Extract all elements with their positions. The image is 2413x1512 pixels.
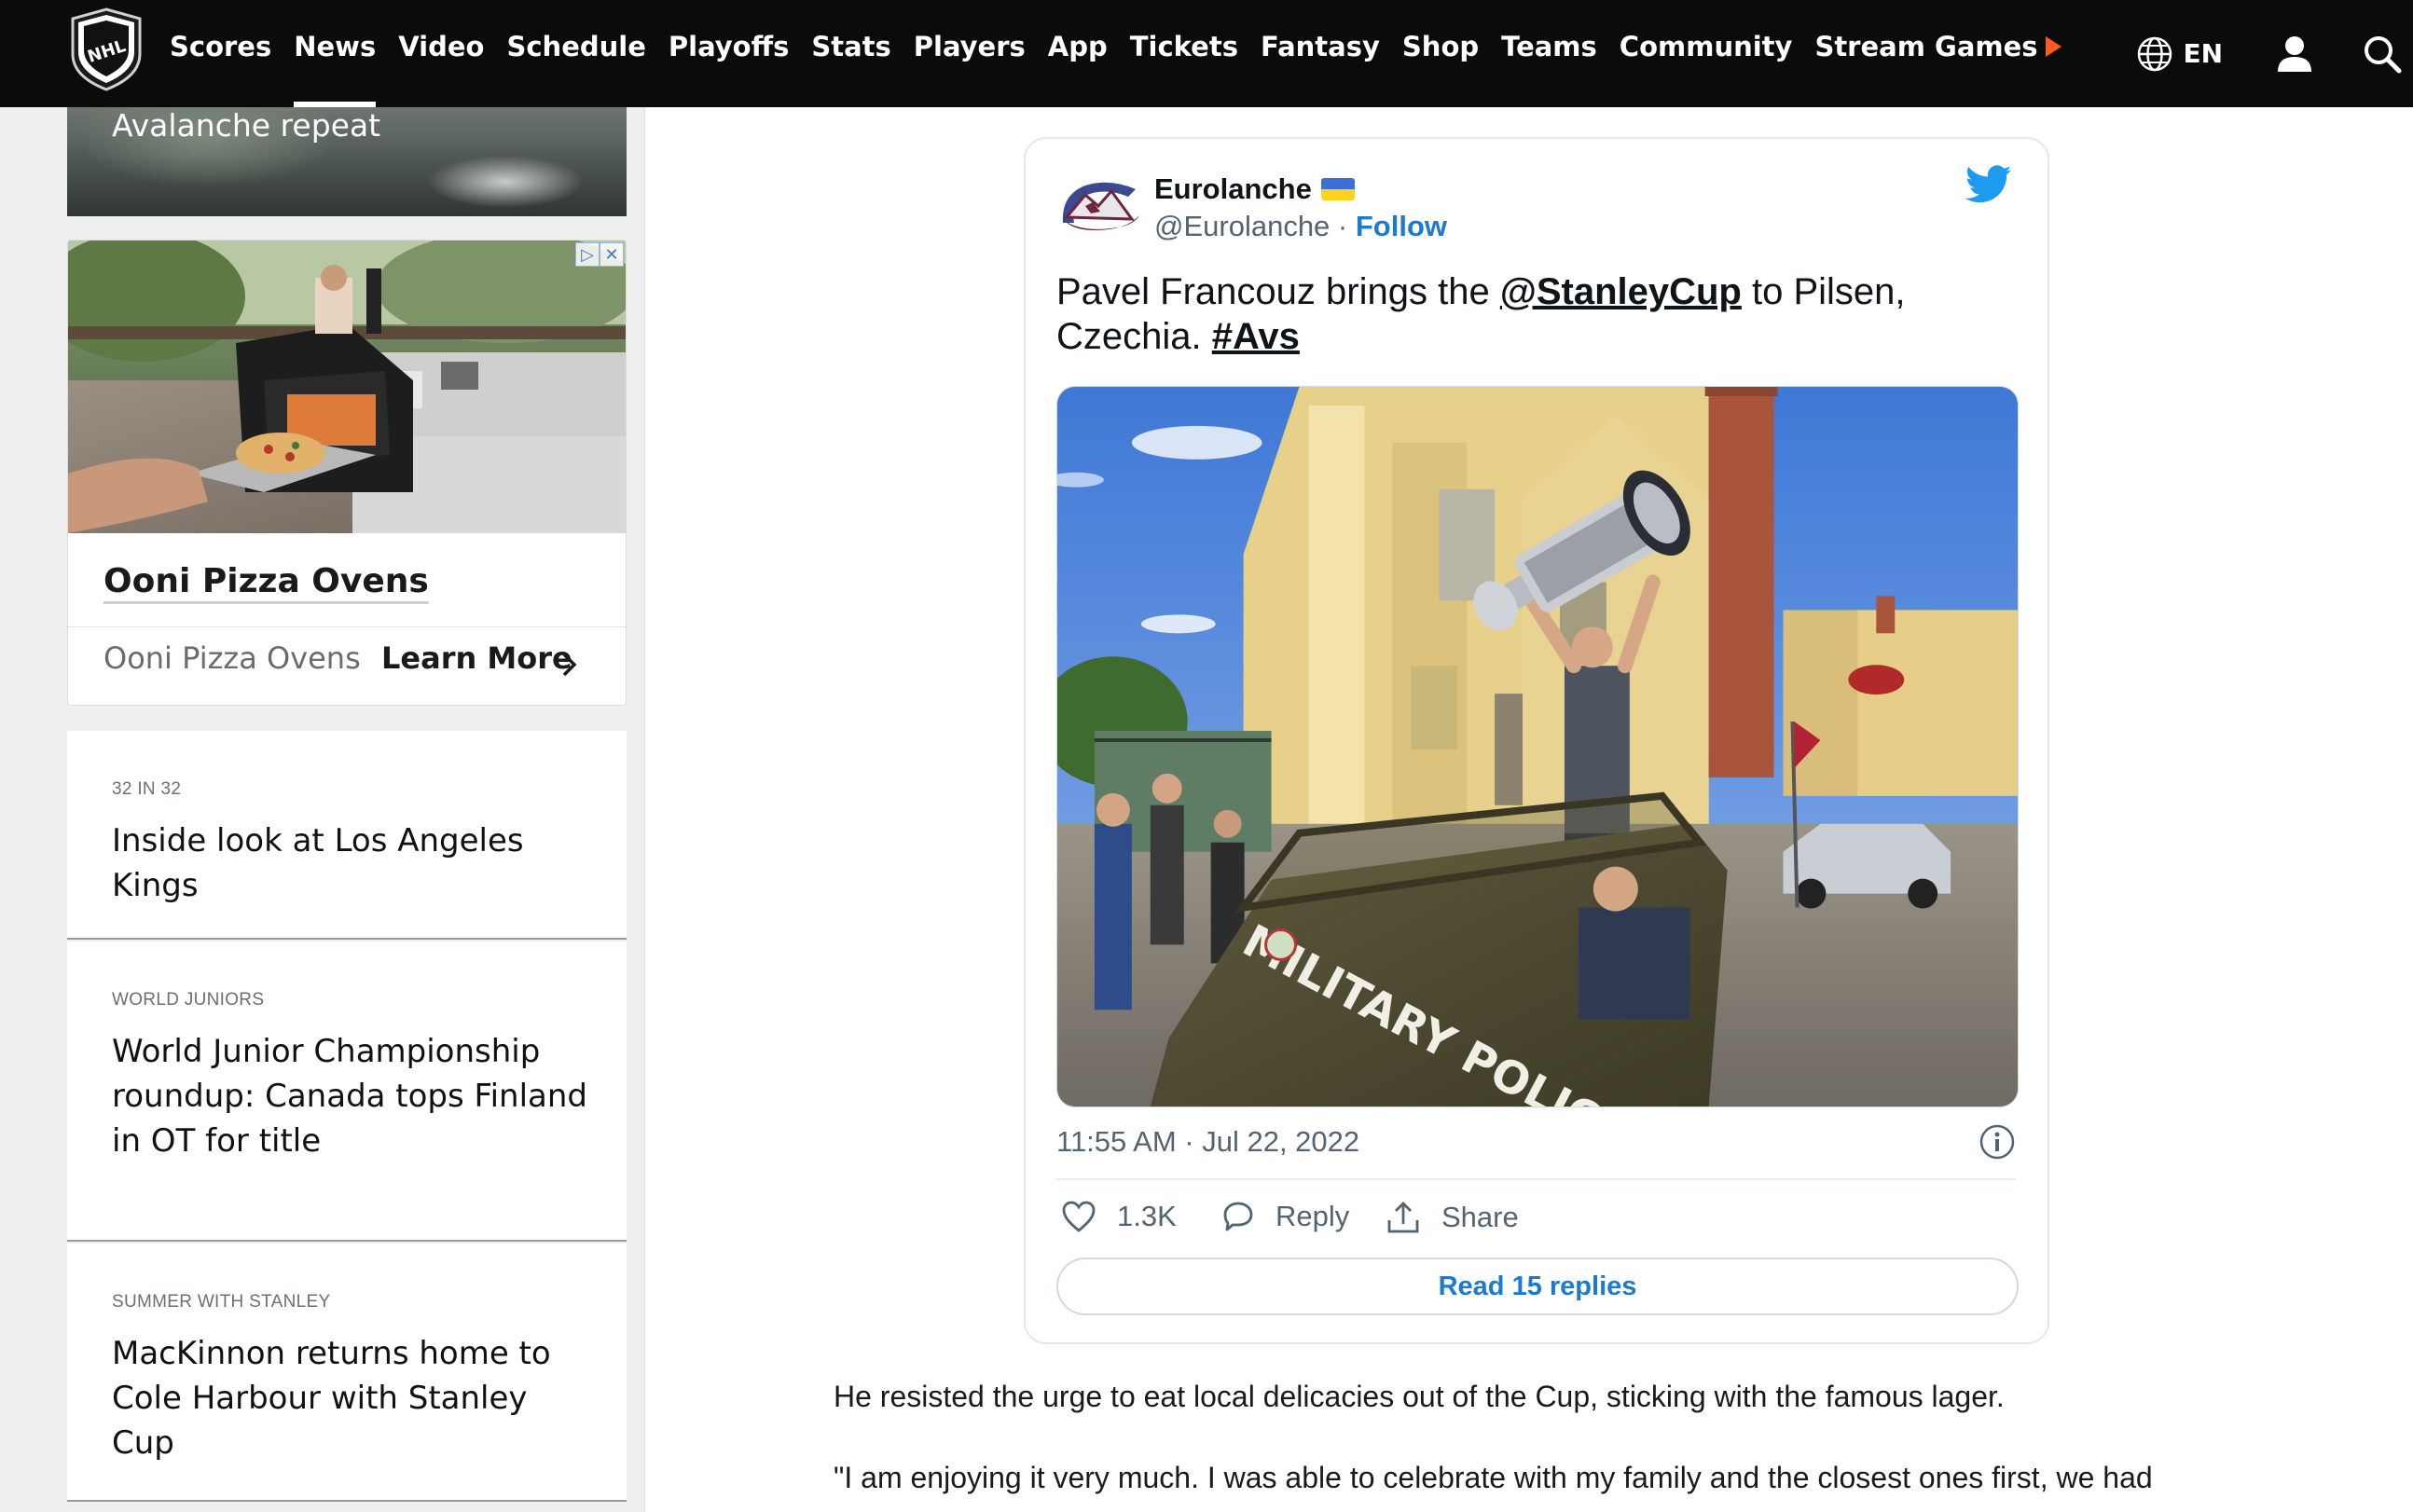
nav-community[interactable]: Community: [1620, 0, 1793, 107]
adchoices-icon[interactable]: ▷: [575, 242, 600, 267]
top-navigation-bar: NHL Scores News Video Schedule Playoffs …: [0, 0, 2413, 107]
reply-label: Reply: [1275, 1200, 1350, 1232]
article-paragraph: "I am enjoying it very much. I was able …: [834, 1461, 2153, 1494]
nav-stats[interactable]: Stats: [811, 0, 890, 107]
story-title[interactable]: MacKinnon returns home to Cole Harbour w…: [112, 1331, 597, 1465]
story-title[interactable]: Inside look at Los Angeles Kings: [112, 818, 597, 908]
read-replies-button[interactable]: Read 15 replies: [1056, 1258, 2019, 1315]
main-nav: Scores News Video Schedule Playoffs Stat…: [170, 0, 2084, 107]
story-card[interactable]: 32 IN 32 Inside look at Los Angeles King…: [67, 731, 627, 940]
ad-footer: Ooni Pizza Ovens Learn More: [68, 626, 626, 692]
reply-button[interactable]: Reply: [1220, 1200, 1349, 1233]
stanleycup-mention-link[interactable]: @StanleyCup: [1500, 271, 1742, 312]
story-card[interactable]: WORLD JUNIORS World Junior Championship …: [67, 942, 627, 1242]
ad-brand: Ooni Pizza Ovens: [103, 640, 361, 676]
story-title[interactable]: World Junior Championship roundup: Canad…: [112, 1029, 597, 1163]
ukraine-flag-icon: [1320, 178, 1355, 200]
tweet-text: Pavel Francouz brings the @StanleyCup to…: [1056, 271, 1906, 357]
ad-title[interactable]: Ooni Pizza Ovens: [103, 562, 429, 600]
embedded-tweet: Eurolanche @Eurolanche · Follow Pavel Fr…: [1024, 137, 2049, 1344]
like-count: 1.3K: [1117, 1200, 1177, 1232]
story-tag: 32 IN 32: [112, 779, 182, 799]
nav-scores[interactable]: Scores: [170, 0, 271, 107]
ad-choices[interactable]: ▷ ✕: [575, 242, 624, 267]
avs-hashtag-link[interactable]: #Avs: [1212, 316, 1300, 357]
user-account-icon[interactable]: [2275, 34, 2314, 74]
search-icon[interactable]: [2363, 34, 2402, 74]
nav-app[interactable]: App: [1048, 0, 1108, 107]
avalanche-avatar-logo[interactable]: [1057, 178, 1143, 236]
nav-utilities: EN: [2136, 0, 2413, 107]
nav-stream-games[interactable]: Stream Games: [1814, 0, 2061, 107]
nav-video[interactable]: Video: [398, 0, 484, 107]
nav-shop[interactable]: Shop: [1402, 0, 1479, 107]
language-selector[interactable]: EN: [2136, 35, 2223, 73]
tweet-author-name[interactable]: Eurolanche: [1154, 172, 1355, 206]
learn-more-button[interactable]: Learn More: [381, 640, 572, 676]
language-label: EN: [2183, 38, 2223, 69]
top-story-card[interactable]: Avalanche repeat: [67, 107, 627, 216]
share-button[interactable]: Share: [1386, 1200, 1519, 1235]
share-upload-icon: [1387, 1202, 1419, 1233]
twitter-bird-icon[interactable]: [1965, 165, 2012, 204]
info-icon[interactable]: [1979, 1123, 2016, 1161]
play-arrow-icon: [2045, 36, 2061, 57]
reply-bubble-icon: [1223, 1202, 1253, 1231]
tweet-handle-line: @Eurolanche · Follow: [1154, 210, 1448, 242]
nhl-logo[interactable]: NHL: [65, 6, 147, 91]
top-story-title: Avalanche repeat: [112, 107, 381, 144]
follow-link[interactable]: Follow: [1356, 210, 1447, 242]
nav-fantasy[interactable]: Fantasy: [1261, 0, 1380, 107]
author-name[interactable]: Eurolanche: [1154, 172, 1312, 206]
nav-teams[interactable]: Teams: [1501, 0, 1597, 107]
story-tag: SUMMER WITH STANLEY: [112, 1292, 331, 1312]
tweet-photo[interactable]: MILITARY POLICE: [1056, 386, 2019, 1107]
like-button[interactable]: 1.3K: [1061, 1200, 1177, 1233]
share-label: Share: [1441, 1201, 1519, 1233]
ad-image[interactable]: [68, 241, 627, 533]
close-icon[interactable]: ✕: [600, 242, 624, 267]
heart-icon: [1062, 1201, 1096, 1232]
nav-tickets[interactable]: Tickets: [1130, 0, 1238, 107]
article-paragraph: He resisted the urge to eat local delica…: [834, 1380, 2005, 1413]
divider: [1056, 1178, 2016, 1180]
left-sidebar: Avalanche repeat ▷ ✕ Ooni Pizza Ovens Oo…: [0, 107, 645, 1512]
nav-players[interactable]: Players: [914, 0, 1026, 107]
story-tag: WORLD JUNIORS: [112, 990, 265, 1010]
author-handle[interactable]: @Eurolanche: [1154, 210, 1330, 242]
nav-playoffs[interactable]: Playoffs: [669, 0, 789, 107]
nav-news[interactable]: News: [294, 0, 377, 107]
tweet-timestamp[interactable]: 11:55 AM · Jul 22, 2022: [1056, 1125, 1359, 1159]
globe-icon: [2138, 36, 2172, 71]
chevron-right-icon: [562, 653, 577, 677]
nav-schedule[interactable]: Schedule: [506, 0, 645, 107]
sponsored-ad[interactable]: ▷ ✕ Ooni Pizza Ovens Ooni Pizza Ovens Le…: [67, 240, 627, 706]
story-card[interactable]: SUMMER WITH STANLEY MacKinnon returns ho…: [67, 1244, 627, 1502]
